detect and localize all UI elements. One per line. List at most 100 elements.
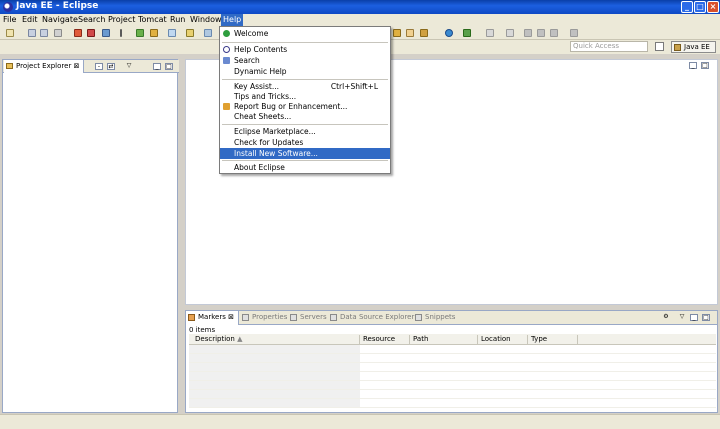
column-type[interactable]: Type	[528, 335, 578, 345]
java-ee-perspective-button[interactable]: Java EE	[671, 41, 716, 53]
menu-item-label: Install New Software...	[234, 149, 318, 158]
menu-item-eclipse-marketplace[interactable]: Eclipse Marketplace...	[220, 126, 390, 137]
table-row[interactable]	[189, 390, 716, 399]
close-button[interactable]: ×	[707, 1, 719, 13]
paste-icon[interactable]	[506, 29, 514, 37]
menu-help[interactable]: Help	[221, 14, 244, 26]
markers-table: Description ▲ Resource Path Location Typ…	[189, 334, 716, 412]
server-icon[interactable]	[74, 29, 82, 37]
menu-edit[interactable]: Edit	[22, 15, 38, 24]
column-label: Description	[195, 335, 235, 343]
back-dropdown-icon[interactable]	[537, 29, 545, 37]
menu-item-welcome[interactable]: Welcome	[220, 28, 390, 39]
close-tab-icon[interactable]: ⊠	[74, 62, 80, 70]
pencil-icon[interactable]	[420, 29, 428, 37]
menu-item-label: Check for Updates	[234, 138, 304, 147]
close-tab-icon[interactable]: ⊠	[228, 313, 234, 321]
help-menu-dropdown: Welcome Help Contents Search Dynamic Hel…	[219, 26, 391, 174]
menu-run[interactable]: Run	[170, 15, 185, 24]
menu-navigate[interactable]: Navigate	[42, 15, 78, 24]
menu-file[interactable]: File	[3, 15, 16, 24]
menu-project[interactable]: Project	[108, 15, 135, 24]
table-row[interactable]	[189, 345, 716, 354]
bottom-panel: Markers ⊠ Properties Servers Data Source…	[185, 310, 718, 413]
menu-item-help-contents[interactable]: Help Contents	[220, 44, 390, 55]
open-type-icon[interactable]	[186, 29, 194, 37]
open-folder-icon[interactable]	[393, 29, 401, 37]
menu-item-label: Search	[234, 56, 260, 65]
refresh-icon[interactable]	[463, 29, 471, 37]
eclipse-logo-icon	[3, 2, 13, 12]
menu-item-cheat-sheets[interactable]: Cheat Sheets...	[220, 111, 390, 122]
table-row[interactable]	[189, 381, 716, 390]
table-header: Description ▲ Resource Path Location Typ…	[189, 334, 716, 345]
save-all-icon[interactable]	[40, 29, 48, 37]
menu-window[interactable]: Window	[190, 15, 222, 24]
help-icon	[223, 46, 230, 53]
menu-item-install-new-software[interactable]: Install New Software...	[220, 148, 390, 159]
table-row[interactable]	[189, 363, 716, 372]
folder-icon	[6, 63, 13, 69]
bottom-tabbar: Markers ⊠ Properties Servers Data Source…	[186, 311, 717, 325]
column-resource[interactable]: Resource	[360, 335, 410, 345]
new-java-project-icon[interactable]	[136, 29, 144, 37]
collapse-all-icon[interactable]: -	[95, 63, 103, 70]
save-icon[interactable]	[28, 29, 36, 37]
edit-icon[interactable]	[406, 29, 414, 37]
minimize-button[interactable]: _	[681, 1, 693, 13]
new-icon[interactable]	[6, 29, 14, 37]
editor-minimize-icon[interactable]: _	[689, 62, 697, 69]
menu-separator	[222, 160, 388, 161]
minimize-view-icon[interactable]: _	[690, 314, 698, 321]
view-menu-icon[interactable]: ▽	[678, 314, 686, 321]
quick-access-input[interactable]: Quick Access	[570, 41, 648, 52]
menu-item-label: Key Assist...	[234, 82, 280, 91]
sort-ascending-icon: ▲	[237, 335, 243, 343]
editor-maximize-icon[interactable]: □	[701, 62, 709, 69]
bug-icon	[223, 103, 230, 110]
globe-icon[interactable]	[445, 29, 453, 37]
servers-icon	[290, 314, 297, 321]
forward-dropdown-icon[interactable]	[570, 29, 578, 37]
open-task-icon[interactable]	[204, 29, 212, 37]
menu-item-check-for-updates[interactable]: Check for Updates	[220, 137, 390, 148]
tab-label: Properties	[252, 313, 288, 321]
new-class-icon[interactable]	[168, 29, 176, 37]
tab-snippets[interactable]: Snippets	[415, 313, 455, 321]
column-path[interactable]: Path	[410, 335, 478, 345]
maximize-view-icon[interactable]: □	[165, 63, 173, 70]
debug-server-icon[interactable]	[87, 29, 95, 37]
table-row[interactable]	[189, 372, 716, 381]
project-explorer-panel: Project Explorer ⊠ - ⇄ ▽ _ □	[2, 59, 179, 413]
tab-servers[interactable]: Servers	[290, 313, 327, 321]
menu-item-label: Report Bug or Enhancement...	[234, 102, 348, 111]
deploy-icon[interactable]	[102, 29, 110, 37]
tab-label: Markers	[198, 313, 226, 321]
table-row[interactable]	[189, 399, 716, 408]
filter-icon[interactable]: ⚙	[662, 314, 670, 321]
tab-properties[interactable]: Properties	[242, 313, 287, 321]
column-location[interactable]: Location	[478, 335, 528, 345]
back-icon[interactable]	[524, 29, 532, 37]
perspective-label: Java EE	[684, 43, 710, 51]
tab-data-source-explorer[interactable]: Data Source Explorer	[330, 313, 414, 321]
view-menu-icon[interactable]: ▽	[125, 63, 133, 70]
new-package-icon[interactable]	[150, 29, 158, 37]
tab-project-explorer[interactable]: Project Explorer ⊠	[4, 60, 85, 73]
tab-markers[interactable]: Markers ⊠	[186, 311, 239, 325]
menu-search[interactable]: Search	[78, 15, 105, 24]
maximize-button[interactable]: □	[694, 1, 706, 13]
link-editor-icon[interactable]: ⇄	[107, 63, 115, 70]
open-perspective-icon[interactable]	[655, 42, 664, 51]
minimize-view-icon[interactable]: _	[153, 63, 161, 70]
print-icon[interactable]	[54, 29, 62, 37]
maximize-view-icon[interactable]: □	[702, 314, 710, 321]
menu-item-about-eclipse[interactable]: About Eclipse	[220, 162, 390, 173]
menu-item-dynamic-help[interactable]: Dynamic Help	[220, 66, 390, 77]
menu-item-search[interactable]: Search	[220, 55, 390, 66]
table-row[interactable]	[189, 354, 716, 363]
column-description[interactable]: Description ▲	[189, 335, 360, 345]
menu-tomcat[interactable]: Tomcat	[138, 15, 167, 24]
copy-icon[interactable]	[486, 29, 494, 37]
forward-icon[interactable]	[550, 29, 558, 37]
